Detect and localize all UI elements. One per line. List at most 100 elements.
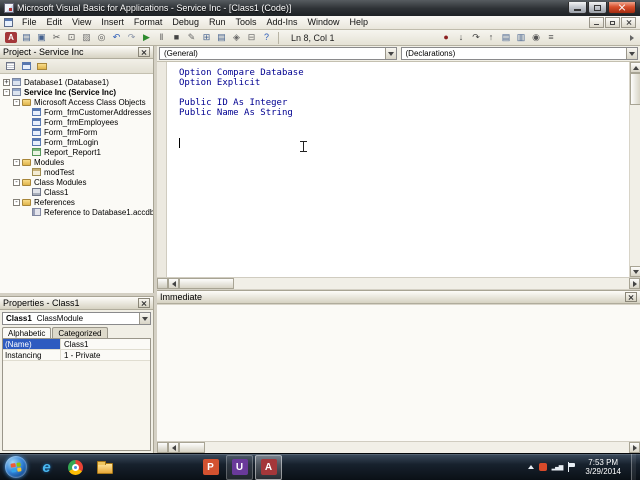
tab-alphabetic[interactable]: Alphabetic [2,327,52,338]
step-over-icon[interactable]: ↷ [469,31,484,45]
taskbar-u-app[interactable]: U [226,454,253,480]
tree-item-form-frmemployees[interactable]: Form_frmEmployees [0,117,153,127]
tree-item-database1-database1[interactable]: + Database1 (Database1) [0,77,153,87]
find-icon[interactable]: ◎ [94,31,109,45]
reset-icon[interactable]: ■ [169,31,184,45]
tree-item-service-inc-service-inc[interactable]: - Service Inc (Service Inc) [0,87,153,97]
menu-window[interactable]: Window [303,16,345,29]
scroll-down-button[interactable] [630,266,640,277]
split-handle[interactable] [157,442,168,453]
menu-add-ins[interactable]: Add-Ins [261,16,302,29]
tree-item-modules[interactable]: - Modules [0,157,153,167]
start-button[interactable] [5,456,27,478]
tab-categorized[interactable]: Categorized [52,327,108,338]
restore-button[interactable] [588,2,607,14]
tree-item-modtest[interactable]: modTest [0,167,153,177]
menu-debug[interactable]: Debug [167,16,204,29]
locals-window-icon[interactable]: ▤ [499,31,514,45]
menu-format[interactable]: Format [129,16,168,29]
close-button[interactable] [608,2,636,14]
toggle-breakpoint-icon[interactable]: ● [439,31,454,45]
expand-icon[interactable]: + [3,78,10,86]
property-row-name[interactable]: (Name) Class1 [3,339,150,350]
scroll-up-button[interactable] [630,62,640,73]
dropdown-button[interactable] [384,48,396,59]
tree-item-class1[interactable]: Class1 [0,187,153,197]
immediate-close-button[interactable] [625,292,637,302]
collapse-icon[interactable]: - [13,98,20,106]
taskbar-clock[interactable]: 7:53 PM 3/29/2014 [585,458,621,476]
taskbar-chrome[interactable] [62,455,89,480]
collapse-icon[interactable]: - [13,178,20,186]
scroll-right-button[interactable] [629,278,640,289]
code-horizontal-scrollbar[interactable] [157,277,640,289]
child-restore-button[interactable] [605,17,620,28]
object-dropdown[interactable]: Class1 ClassModule [2,312,151,325]
immediate-window-icon[interactable]: ▥ [514,31,529,45]
toolbar-options-icon[interactable] [627,32,637,44]
property-row-instancing[interactable]: Instancing 1 - Private [3,350,150,361]
menu-help[interactable]: Help [345,16,374,29]
immediate-horizontal-scrollbar[interactable] [157,441,640,453]
dropdown-button[interactable] [626,48,637,59]
toolbox-icon[interactable]: ⊟ [244,31,259,45]
menu-tools[interactable]: Tools [230,16,261,29]
object-box-dropdown[interactable]: (General) [159,47,397,60]
tree-item-form-frmform[interactable]: Form_frmForm [0,127,153,137]
break-icon[interactable]: ‖ [154,31,169,45]
child-minimize-button[interactable] [589,17,604,28]
project-close-button[interactable] [138,47,150,57]
tray-alert-icon[interactable] [538,463,547,471]
menu-edit[interactable]: Edit [42,16,68,29]
scroll-left-button[interactable] [168,278,179,289]
tree-item-form-frmcustomeraddresses[interactable]: Form_frmCustomerAddresses [0,107,153,117]
taskbar-internet-explorer[interactable]: e [33,455,60,480]
object-browser-icon[interactable]: ◈ [229,31,244,45]
immediate-content[interactable] [157,304,640,441]
network-icon[interactable]: ▂▄▆ [552,464,564,471]
minimize-button[interactable] [568,2,587,14]
taskbar-powerpoint[interactable]: P [197,455,224,480]
show-desktop-button[interactable] [631,453,636,480]
view-microsoft-access-icon[interactable]: A [5,32,17,43]
dropdown-button[interactable] [139,313,150,324]
collapse-icon[interactable]: - [13,158,20,166]
tree-item-microsoft-access-class-objects[interactable]: - Microsoft Access Class Objects [0,97,153,107]
tree-item-class-modules[interactable]: - Class Modules [0,177,153,187]
scroll-left-button[interactable] [168,442,179,453]
undo-icon[interactable]: ↶ [109,31,124,45]
collapse-icon[interactable]: - [13,198,20,206]
collapse-icon[interactable]: - [3,88,10,96]
margin-indicator-bar[interactable] [157,62,167,277]
tree-item-form-frmlogin[interactable]: Form_frmLogin [0,137,153,147]
view-code-button[interactable] [3,60,17,72]
menu-insert[interactable]: Insert [96,16,129,29]
properties-window-icon[interactable]: ▤ [214,31,229,45]
properties-close-button[interactable] [138,298,150,308]
save-icon[interactable]: ▣ [34,31,49,45]
tree-item-report-report1[interactable]: Report_Report1 [0,147,153,157]
scrollbar-thumb[interactable] [179,278,234,289]
menu-file[interactable]: File [17,16,42,29]
action-center-flag-icon[interactable] [567,462,576,472]
watch-window-icon[interactable]: ◉ [529,31,544,45]
procedure-box-dropdown[interactable]: (Declarations) [400,47,638,60]
run-icon[interactable]: ▶ [139,31,154,45]
tree-item-reference-to-database1-accdb[interactable]: Reference to Database1.accdb [0,207,153,217]
scrollbar-thumb[interactable] [179,442,205,453]
step-into-icon[interactable]: ↓ [454,31,469,45]
insert-object-icon[interactable]: ▤ [19,31,34,45]
split-handle[interactable] [157,278,168,289]
cut-icon[interactable]: ✂ [49,31,64,45]
menu-run[interactable]: Run [204,16,231,29]
scroll-right-button[interactable] [629,442,640,453]
taskbar-file-explorer[interactable] [91,455,118,480]
call-stack-icon[interactable]: ≡ [544,31,559,45]
taskbar-access[interactable]: A [255,454,282,480]
help-icon[interactable]: ? [259,31,274,45]
paste-icon[interactable]: ▨ [79,31,94,45]
project-explorer-icon[interactable]: ⊞ [199,31,214,45]
copy-icon[interactable]: ⊡ [64,31,79,45]
menu-view[interactable]: View [67,16,96,29]
redo-icon[interactable]: ↷ [124,31,139,45]
